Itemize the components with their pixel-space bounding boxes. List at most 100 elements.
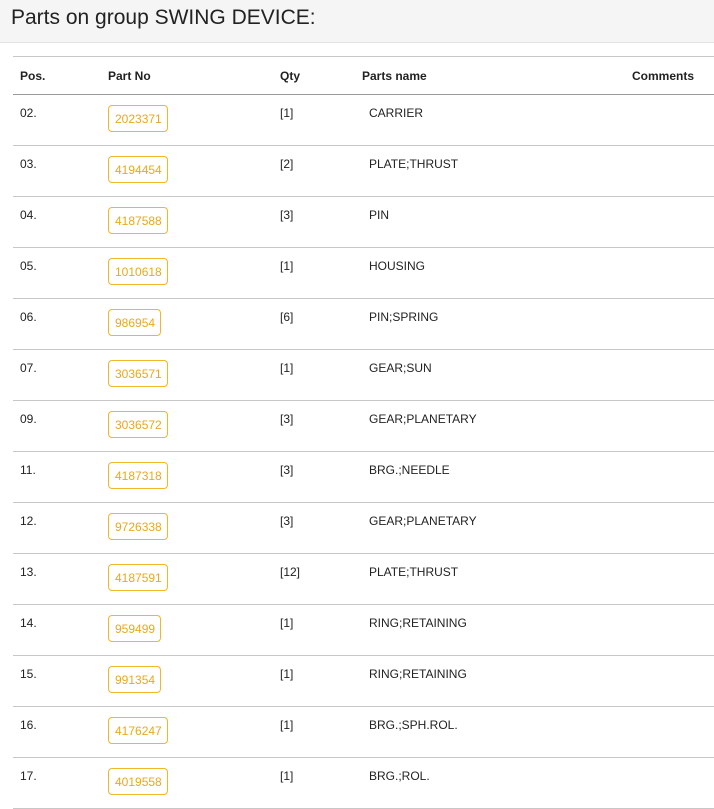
- parts-name-cell: HOUSING: [369, 259, 426, 273]
- part-number-link[interactable]: 4187318: [108, 462, 168, 489]
- part-number-link[interactable]: 3036571: [108, 360, 168, 387]
- qty-cell: [6]: [280, 310, 294, 324]
- comments-cell: [585, 554, 714, 605]
- table-row: 16. 4176247 [1] BRG.;SPH.ROL.: [13, 707, 714, 758]
- header-part-no: Part No: [108, 68, 151, 83]
- parts-name-cell: BRG.;ROL.: [369, 769, 430, 783]
- parts-name-cell: GEAR;PLANETARY: [369, 514, 477, 528]
- parts-name-cell: GEAR;PLANETARY: [369, 412, 477, 426]
- part-number-link[interactable]: 4176247: [108, 717, 168, 744]
- table-row: 13. 4187591 [12] PLATE;THRUST: [13, 554, 714, 605]
- part-number-link[interactable]: 4019558: [108, 768, 168, 795]
- qty-cell: [1]: [280, 361, 294, 375]
- part-number-link[interactable]: 986954: [108, 309, 162, 336]
- part-number-link[interactable]: 4194454: [108, 156, 168, 183]
- parts-name-cell: GEAR;SUN: [369, 361, 432, 375]
- part-no-cell: 3036571: [101, 350, 273, 401]
- parts-name-cell: RING;RETAINING: [369, 616, 467, 630]
- comments-cell: [585, 95, 714, 146]
- table-row: 04. 4187588 [3] PIN: [13, 197, 714, 248]
- parts-name-cell: PIN: [369, 208, 390, 222]
- pos-cell: 04.: [20, 208, 37, 222]
- part-number-link[interactable]: 959499: [108, 615, 162, 642]
- comments-cell: [585, 197, 714, 248]
- part-no-cell: 2023371: [101, 95, 273, 146]
- part-no-cell: 1010618: [101, 248, 273, 299]
- part-number-link[interactable]: 4187591: [108, 564, 168, 591]
- comments-cell: [585, 758, 714, 809]
- table-row: 15. 991354 [1] RING;RETAINING: [13, 656, 714, 707]
- pos-cell: 17.: [20, 769, 37, 783]
- pos-cell: 11.: [20, 463, 36, 477]
- qty-cell: [1]: [280, 667, 294, 681]
- parts-name-cell: BRG.;SPH.ROL.: [369, 718, 458, 732]
- part-number-link[interactable]: 9726338: [108, 513, 168, 540]
- comments-cell: [585, 605, 714, 656]
- qty-cell: [3]: [280, 208, 294, 222]
- parts-name-cell: PIN;SPRING: [369, 310, 439, 324]
- table-row: 17. 4019558 [1] BRG.;ROL.: [13, 758, 714, 809]
- pos-cell: 05.: [20, 259, 37, 273]
- part-number-link[interactable]: 1010618: [108, 258, 168, 285]
- pos-cell: 12.: [20, 514, 37, 528]
- comments-cell: [585, 656, 714, 707]
- table-row: 03. 4194454 [2] PLATE;THRUST: [13, 146, 714, 197]
- qty-cell: [3]: [280, 463, 294, 477]
- table-header: Pos. Part No Qty Parts name Comments: [13, 56, 714, 95]
- table-row: 11. 4187318 [3] BRG.;NEEDLE: [13, 452, 714, 503]
- parts-table: Pos. Part No Qty Parts name Comments 02.…: [13, 56, 714, 809]
- pos-cell: 15.: [20, 667, 37, 681]
- comments-cell: [585, 401, 714, 452]
- pos-cell: 09.: [20, 412, 37, 426]
- pos-cell: 06.: [20, 310, 37, 324]
- header-pos: Pos.: [20, 68, 46, 83]
- table-row: 09. 3036572 [3] GEAR;PLANETARY: [13, 401, 714, 452]
- part-number-link[interactable]: 4187588: [108, 207, 168, 234]
- qty-cell: [3]: [280, 412, 294, 426]
- table-row: 05. 1010618 [1] HOUSING: [13, 248, 714, 299]
- header-qty: Qty: [280, 68, 301, 83]
- part-no-cell: 991354: [101, 656, 273, 707]
- part-no-cell: 4187588: [101, 197, 273, 248]
- page-title: Parts on group SWING DEVICE:: [11, 6, 316, 29]
- part-number-link[interactable]: 3036572: [108, 411, 168, 438]
- comments-cell: [585, 146, 714, 197]
- table-body: 02. 2023371 [1] CARRIER 03. 4194454 [2] PLATE;T…: [13, 95, 714, 809]
- parts-table-wrapper: Pos. Part No Qty Parts name Comments 02.…: [13, 56, 714, 809]
- pos-cell: 02.: [20, 106, 37, 120]
- parts-name-cell: PLATE;THRUST: [369, 157, 459, 171]
- comments-cell: [585, 452, 714, 503]
- part-no-cell: 4187318: [101, 452, 273, 503]
- pos-cell: 13.: [20, 565, 37, 579]
- comments-cell: [585, 503, 714, 554]
- comments-cell: [585, 248, 714, 299]
- part-number-link[interactable]: 991354: [108, 666, 162, 693]
- part-no-cell: 9726338: [101, 503, 273, 554]
- table-row: 07. 3036571 [1] GEAR;SUN: [13, 350, 714, 401]
- qty-cell: [1]: [280, 718, 294, 732]
- header-comments: Comments: [631, 68, 694, 83]
- parts-name-cell: RING;RETAINING: [369, 667, 467, 681]
- table-row: 02. 2023371 [1] CARRIER: [13, 95, 714, 146]
- part-no-cell: 4187591: [101, 554, 273, 605]
- part-no-cell: 4194454: [101, 146, 273, 197]
- qty-cell: [1]: [280, 106, 294, 120]
- qty-cell: [1]: [280, 259, 294, 273]
- comments-cell: [585, 350, 714, 401]
- part-no-cell: 4176247: [101, 707, 273, 758]
- qty-cell: [3]: [280, 514, 294, 528]
- part-number-link[interactable]: 2023371: [108, 105, 168, 132]
- pos-cell: 03.: [20, 157, 37, 171]
- pos-cell: 14.: [20, 616, 37, 630]
- comments-cell: [585, 299, 714, 350]
- qty-cell: [12]: [280, 565, 301, 579]
- part-no-cell: 959499: [101, 605, 273, 656]
- pos-cell: 16.: [20, 718, 37, 732]
- table-row: 06. 986954 [6] PIN;SPRING: [13, 299, 714, 350]
- table-row: 14. 959499 [1] RING;RETAINING: [13, 605, 714, 656]
- qty-cell: [1]: [280, 769, 294, 783]
- qty-cell: [1]: [280, 616, 294, 630]
- parts-name-cell: PLATE;THRUST: [369, 565, 459, 579]
- parts-name-cell: CARRIER: [369, 106, 424, 120]
- part-no-cell: 986954: [101, 299, 273, 350]
